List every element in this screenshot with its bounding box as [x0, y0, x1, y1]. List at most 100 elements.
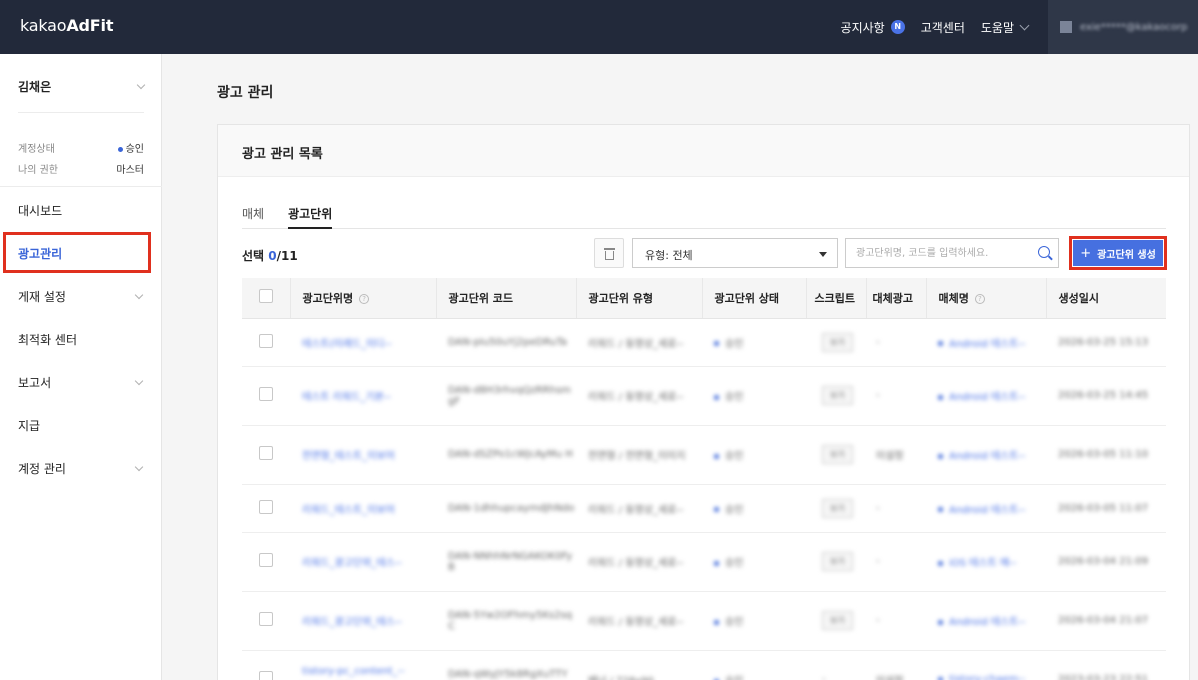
select-all-checkbox[interactable] — [258, 289, 273, 304]
media-name-link[interactable]: Android 테스트-- — [949, 505, 1026, 516]
media-dot — [938, 619, 943, 625]
view-script-button[interactable]: 보기 — [822, 332, 853, 352]
col-ad-unit-name: 광고단위명? — [290, 278, 437, 319]
sidebar-item-reports[interactable]: 보고서 — [0, 361, 162, 404]
ad-unit-name-link[interactable]: 전면형_테스트_이보어 — [302, 451, 395, 462]
col-alt-ad: 대체광고 — [866, 278, 927, 319]
sidebar-item-account-management[interactable]: 계정 관리 — [0, 447, 162, 490]
script-empty: - — [822, 674, 826, 680]
row-checkbox[interactable] — [259, 671, 273, 680]
status-dot — [714, 619, 719, 625]
ad-unit-name-link[interactable]: tistory-pc_content_-- — [302, 666, 405, 677]
chevron-down-icon — [1019, 20, 1030, 30]
ad-unit-table: 광고단위명? 광고단위 코드 광고단위 유형 광고단위 상태 스크립트 대체광고… — [242, 278, 1166, 680]
search-icon[interactable] — [1038, 246, 1050, 258]
row-checkbox[interactable] — [259, 553, 273, 567]
view-script-button[interactable]: 보기 — [822, 445, 853, 464]
created-at: 2026-03-25 15:13 — [1046, 318, 1166, 367]
ad-unit-status: 승인 — [725, 451, 744, 462]
table-row: 테스트 리워드_기본-- DAN-d8H3rhvqQzRRhsm gF 리워드 / … — [242, 366, 1166, 426]
created-at: 2026-03-05 11:10 — [1046, 425, 1166, 485]
ad-unit-name-link[interactable]: 테스트(미래드_미디-- — [302, 339, 392, 350]
created-at: 2026-03-05 11:07 — [1046, 484, 1166, 533]
ad-unit-name-link[interactable]: 테스트 리워드_기본-- — [302, 392, 391, 403]
account-menu[interactable]: exie*****@kakaocorp — [1048, 0, 1198, 54]
col-script: 스크립트 — [806, 278, 867, 319]
plus-icon: + — [1080, 245, 1092, 261]
row-checkbox[interactable] — [259, 612, 273, 626]
kakao-adfit-logo[interactable]: kakaoAdFit — [20, 16, 113, 35]
view-script-button[interactable]: 보기 — [822, 498, 853, 518]
top-nav: 공지사항 N 고객센터 도움말 exie*****@kakaocorp — [841, 0, 1198, 54]
created-at: 2026-03-04 21:09 — [1046, 532, 1166, 592]
col-media-name: 매체명? — [926, 278, 1047, 319]
ad-unit-type: 전면형 / 전면형_이미지 — [576, 425, 702, 485]
table-row: 테스트(미래드_미디-- DAN-pIu50uYj2peDRuTa 리워드 / 동영… — [242, 318, 1166, 367]
ad-unit-type: 리워드 / 동영상_세로-- — [576, 366, 702, 426]
new-badge: N — [890, 20, 905, 34]
sidebar-item-placement-settings[interactable]: 게재 설정 — [0, 275, 162, 318]
media-name-link[interactable]: iOS 테스트 매-- — [949, 558, 1016, 569]
row-checkbox[interactable] — [259, 333, 273, 348]
ad-unit-status: 승인 — [725, 676, 743, 680]
delete-button[interactable] — [594, 238, 624, 268]
sidebar-item-payment[interactable]: 지급 — [0, 404, 162, 447]
alt-ad-status: - — [866, 591, 926, 651]
status-dot — [117, 146, 123, 152]
ad-unit-status: 승인 — [725, 338, 744, 350]
chevron-down-icon — [134, 376, 144, 386]
table-row: 리워드_광고단위_테스-- DAN-NNhhNrNGAKOK0Fy B 리워드 / … — [242, 532, 1166, 592]
media-name-link[interactable]: Android 테스트-- — [949, 339, 1026, 350]
row-checkbox[interactable] — [259, 499, 273, 514]
table-row: tistory-pc_content_--Tistory 전용DAN-qWyJY… — [242, 650, 1166, 680]
create-ad-unit-button[interactable]: + 광고단위 생성 — [1069, 236, 1167, 270]
help-icon[interactable]: ? — [359, 293, 370, 304]
ad-unit-name-link[interactable]: 리워드_테스트_이보어 — [302, 505, 395, 516]
type-filter-select[interactable]: 유형: 전체 — [632, 238, 838, 268]
chevron-down-icon — [134, 462, 144, 472]
support-link[interactable]: 고객센터 — [921, 19, 965, 36]
chevron-down-icon — [134, 290, 144, 300]
view-script-button[interactable]: 보기 — [822, 386, 853, 405]
row-checkbox[interactable] — [259, 387, 273, 401]
col-ad-unit-status: 광고단위 상태 — [702, 278, 807, 319]
view-script-button[interactable]: 보기 — [822, 552, 853, 571]
media-name-link[interactable]: tistory-chaem-- — [949, 674, 1025, 680]
tab-media[interactable]: 매체 — [242, 203, 264, 228]
sidebar-item-optimization-center[interactable]: 최적화 센터 — [0, 318, 162, 361]
media-name-link[interactable]: Android 테스트-- — [949, 451, 1026, 462]
ad-unit-type: 리워드 / 동영상_세로-- — [576, 532, 702, 592]
status-dot — [714, 560, 719, 566]
ad-unit-name-link[interactable]: 리워드_광고단위_테스-- — [302, 617, 402, 628]
ad-unit-status: 승인 — [725, 504, 744, 516]
chevron-down-icon — [136, 80, 146, 90]
tab-ad-unit[interactable]: 광고단위 — [288, 203, 333, 229]
media-name-link[interactable]: Android 테스트-- — [949, 392, 1026, 403]
ad-unit-name-link[interactable]: 리워드_광고단위_테스-- — [302, 558, 402, 569]
avatar — [1060, 21, 1072, 33]
status-dot — [714, 507, 719, 512]
alt-ad-status: - — [866, 366, 926, 426]
row-checkbox[interactable] — [259, 446, 273, 460]
alt-ad-status: - — [866, 318, 926, 367]
help-menu[interactable]: 도움말 — [981, 19, 1030, 36]
search-input[interactable] — [846, 239, 1026, 267]
sidebar-item-dashboard[interactable]: 대시보드 — [0, 189, 162, 232]
help-icon[interactable]: ? — [974, 293, 985, 304]
ad-unit-type: 배너 / 728x90 — [576, 650, 702, 680]
top-bar: kakaoAdFit 공지사항 N 고객센터 도움말 exie*****@kaka… — [0, 0, 1198, 54]
card-title: 광고 관리 목록 — [218, 125, 1189, 177]
notice-link[interactable]: 공지사항 N — [841, 19, 905, 36]
ad-unit-status: 승인 — [725, 617, 744, 628]
user-name: 김채은 — [18, 80, 52, 94]
user-menu[interactable]: 김채은 — [18, 78, 146, 95]
divider — [18, 112, 144, 113]
ad-unit-code: DAN-d8H3rhvqQzRRhsm gF — [436, 366, 576, 426]
status-dot — [714, 453, 719, 459]
created-at: 2026-03-04 21:07 — [1046, 591, 1166, 651]
ad-unit-type: 리워드 / 동영상_세로-- — [576, 318, 702, 367]
role-label: 나의 권한 — [18, 165, 58, 176]
media-name-link[interactable]: Android 테스트-- — [949, 617, 1026, 628]
media-dot — [938, 560, 943, 566]
view-script-button[interactable]: 보기 — [822, 611, 853, 630]
